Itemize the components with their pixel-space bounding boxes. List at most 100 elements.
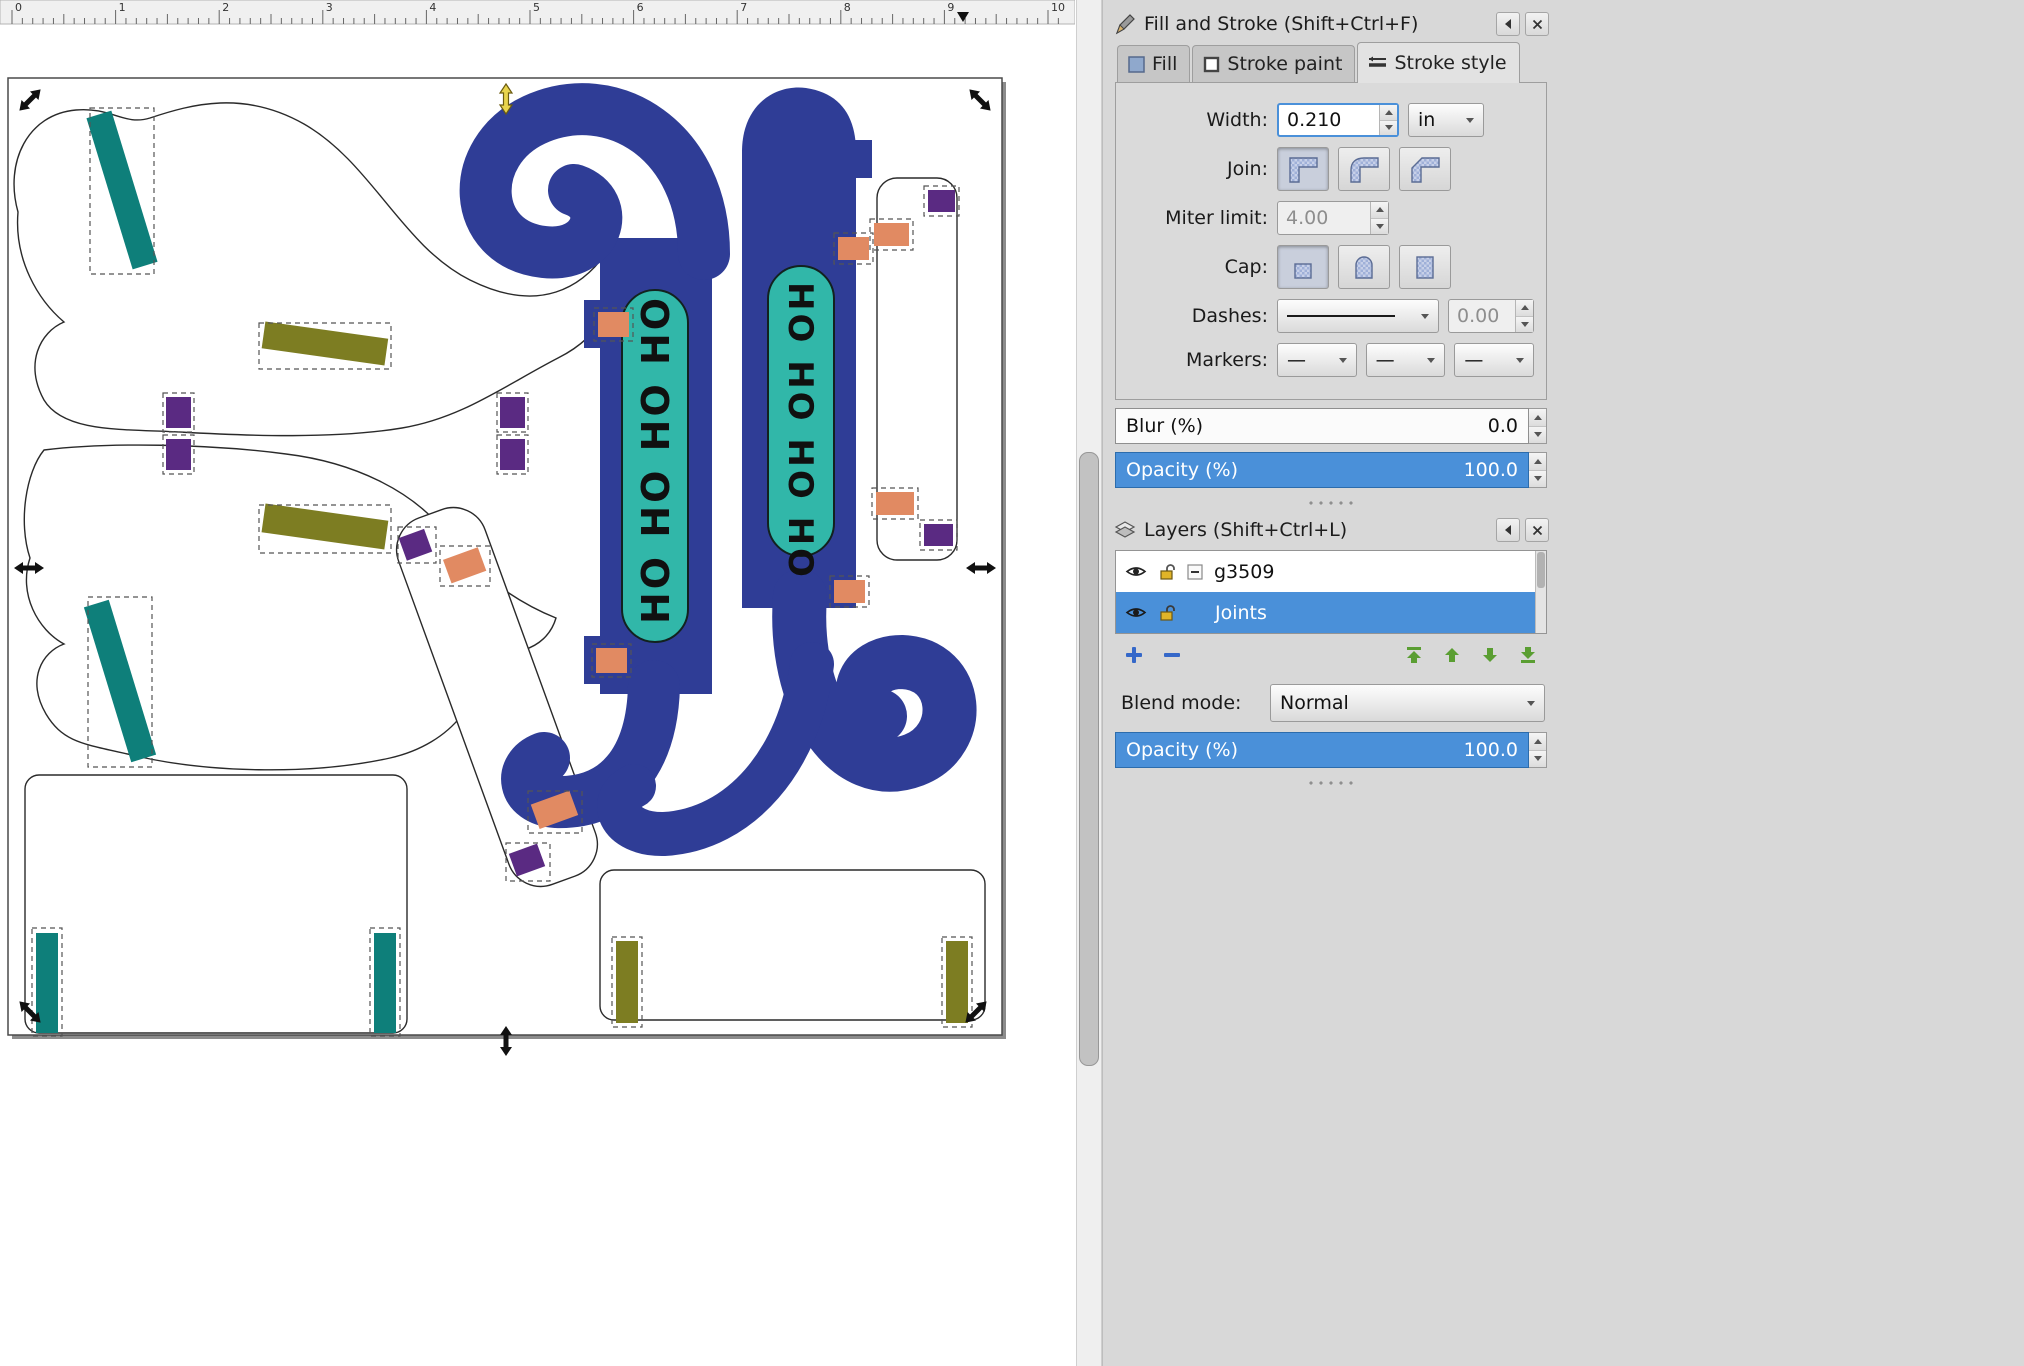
blend-mode-value: Normal [1280,692,1349,714]
layer-row-joints[interactable]: Joints [1116,592,1546,633]
chevron-down-icon [1421,313,1429,319]
chevron-down-icon [1516,357,1525,363]
unlock-icon[interactable] [1158,604,1176,621]
marker-end-value: — [1464,349,1484,371]
blur-slider[interactable]: Blur (%) 0.0 [1115,408,1529,444]
drawing-canvas[interactable]: HO HO HO HO HO HO HO HO 0 1 2 3 4 5 6 7 … [0,0,1075,1366]
cap-label: Cap: [1224,256,1268,278]
miter-limit-spin-up[interactable] [1371,202,1388,218]
raise-layer-to-top-button[interactable] [1399,642,1429,668]
visibility-eye-icon[interactable] [1125,605,1147,620]
stroke-width-spin-down[interactable] [1380,119,1397,135]
add-layer-button[interactable] [1119,642,1149,668]
marker-start-select[interactable]: — [1277,343,1357,377]
lower-layer-button[interactable] [1475,642,1505,668]
markers-label: Markers: [1186,349,1268,371]
unlock-icon[interactable] [1158,563,1176,580]
width-unit-value: in [1418,109,1436,131]
dash-pattern-select[interactable] [1277,299,1439,333]
layer-row-group[interactable]: g3509 [1116,551,1546,592]
salmon-joint-runner-2 [596,648,627,673]
opacity-spin-up[interactable] [1529,453,1546,470]
chevron-left-icon [1505,525,1511,535]
ruler-unit-number: 8 [844,1,851,14]
raise-layer-button[interactable] [1437,642,1467,668]
layer-list-scrollbar[interactable] [1535,551,1546,633]
ruler-unit-number: 3 [326,1,333,14]
bottom-left-panel-outline[interactable] [24,774,408,1034]
width-unit-select[interactable]: in [1408,103,1484,137]
purple-joint-right-top [928,190,955,212]
layers-toolbar [1109,634,1553,674]
salmon-joint-right-1 [838,237,869,260]
dock-resize-grip[interactable] [1109,496,1553,510]
join-round-button[interactable] [1338,147,1390,191]
join-miter-button[interactable] [1277,147,1329,191]
stroke-width-input[interactable]: 0.210 [1277,103,1399,137]
remove-layer-button[interactable] [1157,642,1187,668]
purple-joint-right-bottom [924,524,953,546]
layers-dialog-icon [1114,521,1136,538]
opacity-spin-down[interactable] [1529,469,1546,487]
blur-spin-up[interactable] [1529,409,1546,426]
marker-start-value: — [1287,349,1306,371]
solid-line-swatch [1287,315,1395,317]
round-join-icon [1350,157,1379,183]
lower-layer-to-bottom-button[interactable] [1513,642,1543,668]
ho-capsule-right[interactable]: HO HO HO HO [767,265,835,580]
cap-round-button[interactable] [1338,245,1390,289]
layers-close-button[interactable] [1525,518,1549,542]
marker-mid-select[interactable]: — [1365,343,1446,377]
layer-opacity-spin-up[interactable] [1529,733,1546,750]
layer-list-scrollbar-thumb[interactable] [1537,552,1545,589]
tab-fill-label: Fill [1152,53,1178,75]
layer-opacity-row: Opacity (%) 100.0 [1115,732,1547,768]
dash-offset-spin-down[interactable] [1516,315,1533,332]
layers-dock-collapse-button[interactable] [1496,518,1520,542]
dash-offset-spin-up[interactable] [1516,300,1533,316]
cap-square-button[interactable] [1399,245,1451,289]
olive-joint-panel-1 [616,941,638,1023]
layer-opacity-spin-down[interactable] [1529,749,1546,767]
dock-resize-grip[interactable] [1109,776,1553,790]
close-icon [1532,525,1542,535]
tab-stroke-paint[interactable]: Stroke paint [1192,45,1356,82]
dash-offset-input[interactable]: 0.00 [1448,299,1534,333]
ruler-unit-number: 1 [119,1,126,14]
join-label: Join: [1227,158,1268,180]
olive-joint-panel-2 [946,941,968,1023]
canvas-viewport[interactable]: HO HO HO HO HO HO HO HO 0 1 2 3 4 5 6 7 … [0,0,1075,1366]
stroke-width-spin-up[interactable] [1380,105,1397,120]
blend-mode-select[interactable]: Normal [1270,684,1545,722]
layer-opacity-slider[interactable]: Opacity (%) 100.0 [1115,732,1529,768]
blur-spin-down[interactable] [1529,425,1546,443]
miter-limit-input[interactable]: 4.00 [1277,201,1389,235]
canvas-vertical-scrollbar[interactable] [1076,0,1102,1366]
marker-end-select[interactable]: — [1454,343,1535,377]
tab-stroke-style[interactable]: Stroke style [1357,42,1520,83]
opacity-slider[interactable]: Opacity (%) 100.0 [1115,452,1529,488]
bottom-right-panel-outline[interactable] [599,869,986,1021]
tab-fill[interactable]: Fill [1117,45,1191,82]
dash-offset-value: 0.00 [1457,305,1500,327]
opacity-row: Opacity (%) 100.0 [1115,452,1547,488]
visibility-eye-icon[interactable] [1125,564,1147,579]
square-cap-icon [1416,256,1434,279]
plus-icon [1126,647,1142,663]
miter-limit-spin-down[interactable] [1371,217,1388,234]
round-cap-icon [1355,256,1373,279]
tab-stroke-paint-label: Stroke paint [1227,53,1343,75]
fill-stroke-title: Fill and Stroke (Shift+Ctrl+F) [1144,13,1419,35]
scrollbar-thumb[interactable] [1079,452,1099,1066]
horizontal-ruler[interactable]: 0 1 2 3 4 5 6 7 8 9 10 [0,0,1075,25]
expander-collapse-icon[interactable] [1187,563,1203,580]
ho-capsule-left[interactable]: HO HO HO HO [621,289,689,643]
purple-joint-3 [500,397,525,428]
cap-butt-button[interactable] [1277,245,1329,289]
layer-name: Joints [1215,601,1267,624]
fill-stroke-close-button[interactable] [1525,12,1549,36]
fill-icon [1128,55,1145,73]
fill-stroke-dialog: Fill and Stroke (Shift+Ctrl+F) Fill Stro… [1109,6,1553,510]
dock-collapse-button[interactable] [1496,12,1520,36]
join-bevel-button[interactable] [1399,147,1451,191]
